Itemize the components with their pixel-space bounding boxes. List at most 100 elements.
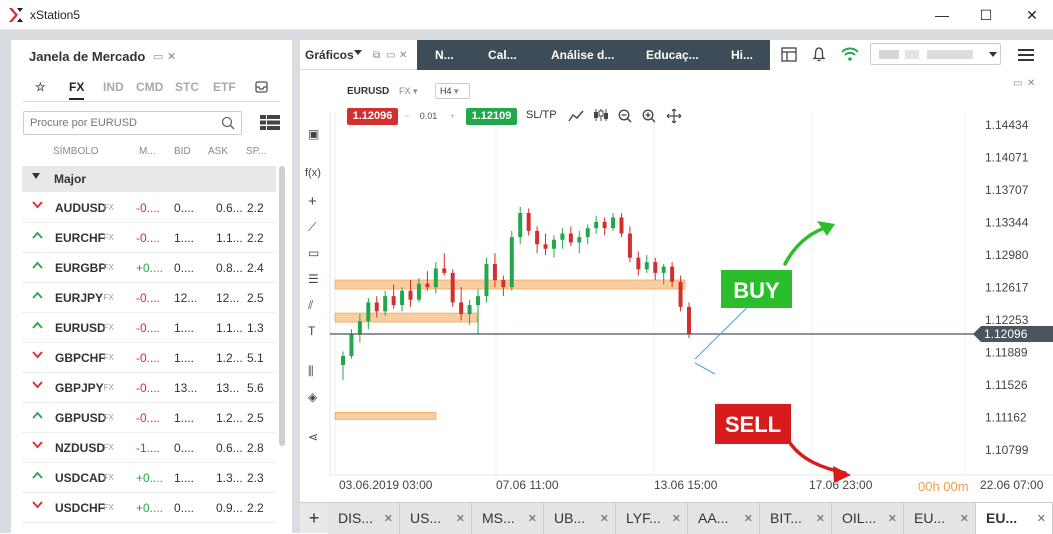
ask-value[interactable]: 0.9... bbox=[216, 501, 243, 515]
chart-tab[interactable]: MS... ✕ bbox=[472, 503, 544, 534]
candle-body[interactable] bbox=[341, 356, 345, 365]
close-tab-icon[interactable]: ✕ bbox=[384, 512, 393, 525]
chart-tab[interactable]: AA... ✕ bbox=[688, 503, 760, 534]
panel-popout-icon[interactable]: ▭ bbox=[153, 50, 163, 63]
candle-body[interactable] bbox=[349, 333, 354, 357]
chart-tab[interactable]: BIT... ✕ bbox=[760, 503, 832, 534]
chart-minimize-icon[interactable]: ▭ bbox=[1013, 78, 1022, 89]
toggle-panel-icon[interactable]: ▣ bbox=[308, 127, 319, 141]
scrollbar[interactable] bbox=[279, 166, 285, 446]
layers-icon[interactable]: ◈ bbox=[308, 390, 317, 404]
bell-icon[interactable] bbox=[812, 46, 826, 62]
ask-value[interactable]: 13... bbox=[216, 381, 239, 395]
text-tool-icon[interactable]: T bbox=[308, 324, 315, 338]
account-selector[interactable] bbox=[870, 43, 1001, 65]
col-spread[interactable]: SP... bbox=[246, 146, 266, 157]
quote-row[interactable]: EURCHF FX -0.... 1.... 1.1... 2.2 bbox=[22, 223, 276, 253]
tab-education[interactable]: Educaç... bbox=[646, 48, 699, 62]
zoom-out-icon[interactable] bbox=[618, 109, 632, 123]
minimize-button[interactable]: — bbox=[929, 4, 955, 26]
buy-price-button[interactable]: 1.12109 bbox=[466, 108, 517, 125]
quote-row[interactable]: GBPCHF FX -0.... 1.... 1.2... 5.1 bbox=[22, 343, 276, 373]
tab-news[interactable]: N... bbox=[435, 48, 454, 62]
chart-tab[interactable]: UB... ✕ bbox=[544, 503, 616, 534]
ask-value[interactable]: 1.3... bbox=[216, 471, 243, 485]
candle-body[interactable] bbox=[568, 233, 573, 243]
price-chart[interactable]: 1.14434 1.14071 1.13707 1.13344 1.12980 1.126… bbox=[300, 70, 1053, 500]
candle-body[interactable] bbox=[383, 296, 388, 312]
candle-body[interactable] bbox=[611, 217, 616, 229]
decrease-icon[interactable]: − bbox=[404, 111, 409, 121]
bid-value[interactable]: 1.... bbox=[174, 231, 194, 245]
quote-row[interactable]: EURUSD FX -0.... 1.... 1.1... 1.3 bbox=[22, 313, 276, 343]
ask-value[interactable]: 0.8... bbox=[216, 261, 243, 275]
tab-etf[interactable]: ETF bbox=[213, 80, 236, 94]
quote-row[interactable]: GBPUSD FX -0.... 1.... 1.2... 2.5 bbox=[22, 403, 276, 433]
quote-row[interactable]: NZDUSD FX -1.... 0.... 0.6... 2.8 bbox=[22, 433, 276, 463]
candle-body[interactable] bbox=[492, 263, 497, 281]
candle-body[interactable] bbox=[678, 281, 683, 307]
maximize-button[interactable]: ☐ bbox=[973, 4, 999, 26]
quote-row[interactable]: GBPJPY FX -0.... 13... 13... 5.6 bbox=[22, 373, 276, 403]
candle-body[interactable] bbox=[442, 268, 447, 273]
tab-cmd[interactable]: CMD bbox=[136, 80, 163, 94]
minimize-panel-icon[interactable]: ▭ bbox=[386, 50, 395, 61]
chart-tab[interactable]: OIL... ✕ bbox=[832, 503, 904, 534]
candle-body[interactable] bbox=[661, 266, 666, 273]
chart-tab[interactable]: EU... ✕ bbox=[976, 503, 1053, 534]
tab-history[interactable]: Hi... bbox=[731, 48, 753, 62]
bid-value[interactable]: 12... bbox=[174, 291, 197, 305]
symbol-type-dropdown[interactable]: FX ▾ bbox=[399, 86, 418, 97]
candle-body[interactable] bbox=[670, 266, 675, 282]
candle-body[interactable] bbox=[467, 305, 472, 315]
candle-body[interactable] bbox=[518, 212, 523, 238]
tab-fx[interactable]: FX bbox=[69, 80, 85, 100]
rectangle-icon[interactable]: ▭ bbox=[308, 246, 319, 260]
panel-close-icon[interactable]: ✕ bbox=[167, 50, 176, 63]
lot-size-stepper[interactable]: − 0.01 + bbox=[404, 108, 464, 125]
candle-body[interactable] bbox=[433, 268, 438, 288]
bid-value[interactable]: 0.... bbox=[174, 441, 194, 455]
ask-value[interactable]: 1.1... bbox=[216, 321, 243, 335]
ask-value[interactable]: 1.1... bbox=[216, 231, 243, 245]
line-chart-icon[interactable] bbox=[568, 110, 584, 122]
candle-body[interactable] bbox=[577, 237, 582, 243]
group-header-major[interactable]: Major bbox=[22, 166, 276, 192]
bid-value[interactable]: 0.... bbox=[174, 201, 194, 215]
sl-tp-button[interactable]: SL/TP bbox=[526, 109, 557, 121]
candle-body[interactable] bbox=[543, 244, 548, 249]
candle-body[interactable] bbox=[450, 272, 455, 303]
candle-body[interactable] bbox=[627, 233, 632, 258]
panel-close-icon[interactable]: ✕ bbox=[399, 50, 407, 61]
crosshair-move-icon[interactable] bbox=[666, 108, 682, 124]
ask-value[interactable]: 12... bbox=[216, 291, 239, 305]
candle-body[interactable] bbox=[366, 302, 371, 322]
search-icon[interactable] bbox=[221, 116, 235, 130]
candle-body[interactable] bbox=[602, 221, 607, 229]
col-bid[interactable]: BID bbox=[174, 146, 191, 157]
close-tab-icon[interactable]: ✕ bbox=[888, 512, 897, 525]
add-chart-button[interactable]: + bbox=[300, 503, 328, 534]
timeframe-dropdown[interactable]: H4 ▾ bbox=[435, 83, 470, 99]
chart-tab[interactable]: EU... ✕ bbox=[904, 503, 976, 534]
bid-value[interactable]: 1.... bbox=[174, 321, 194, 335]
candle-body[interactable] bbox=[400, 290, 405, 306]
close-tab-icon[interactable]: ✕ bbox=[1037, 512, 1046, 525]
candle-body[interactable] bbox=[526, 212, 531, 231]
candle-body[interactable] bbox=[535, 230, 540, 245]
chart-tab[interactable]: US... ✕ bbox=[400, 503, 472, 534]
close-tab-icon[interactable]: ✕ bbox=[456, 512, 465, 525]
close-tab-icon[interactable]: ✕ bbox=[744, 512, 753, 525]
bid-value[interactable]: 1.... bbox=[174, 351, 194, 365]
candle-body[interactable] bbox=[560, 233, 565, 240]
ask-value[interactable]: 1.2... bbox=[216, 351, 243, 365]
candle-body[interactable] bbox=[509, 237, 514, 288]
candle-body[interactable] bbox=[484, 263, 489, 297]
close-button[interactable]: ✕ bbox=[1019, 4, 1045, 26]
ask-value[interactable]: 1.2... bbox=[216, 411, 243, 425]
bid-value[interactable]: 0.... bbox=[174, 501, 194, 515]
candle-body[interactable] bbox=[476, 296, 481, 306]
candle-body[interactable] bbox=[408, 290, 413, 300]
share-icon[interactable]: ⋖ bbox=[308, 430, 318, 444]
inbox-icon[interactable] bbox=[255, 81, 268, 93]
